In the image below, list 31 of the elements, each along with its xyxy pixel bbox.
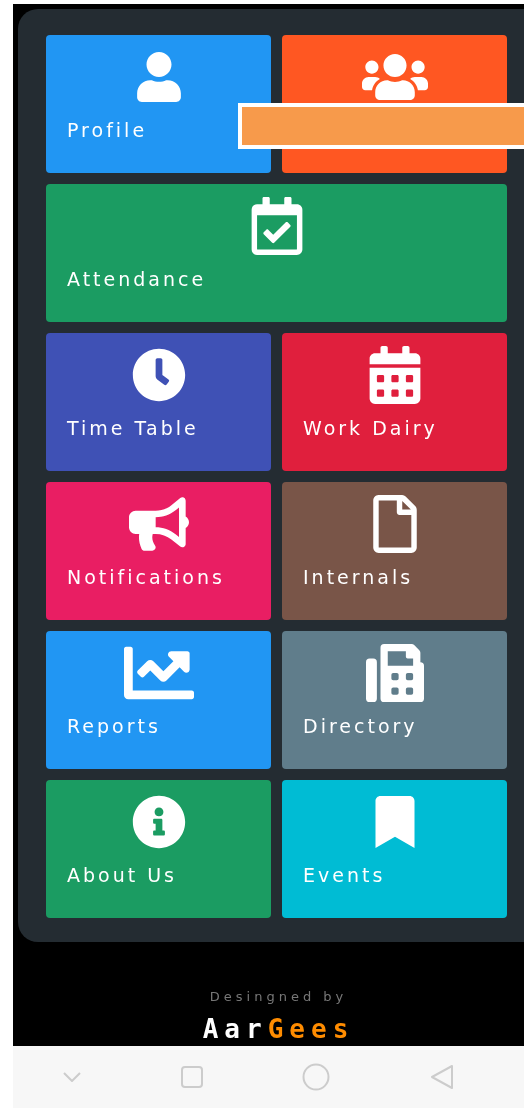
menu-tile[interactable]: Events (282, 780, 507, 918)
logo-text: Aar (202, 1014, 268, 1044)
chevron-down-icon[interactable] (62, 1072, 81, 1082)
tile-label: Directory (303, 715, 418, 737)
credit-text: Desingned by (209, 989, 348, 1004)
tile-label: Internals (303, 566, 414, 588)
fax-icon (365, 644, 424, 702)
tile-label: Profile (67, 119, 148, 141)
menu-tile[interactable]: Directory (282, 631, 507, 769)
circle-icon[interactable] (302, 1063, 331, 1091)
megaphone-icon (128, 494, 189, 554)
tile-label: Time Table (67, 417, 199, 439)
info-icon (131, 795, 186, 849)
logo-text: Gees (267, 1014, 355, 1044)
tile-label: Work Dairy (303, 417, 438, 439)
clock-icon (131, 348, 186, 402)
tile-label: Events (303, 864, 386, 886)
menu-tile[interactable]: Time Table (46, 333, 271, 471)
menu-tile[interactable]: Reports (46, 631, 271, 769)
tile-label: Notifications (67, 566, 225, 588)
tile-label: Attendance (67, 268, 207, 290)
menu-tile[interactable]: Work Dairy (282, 333, 507, 471)
square-icon[interactable] (180, 1066, 203, 1088)
menu-tile[interactable]: Profile (46, 35, 271, 173)
menu-tile[interactable]: Notifications (46, 482, 271, 620)
menu-tile[interactable]: Internals (282, 482, 507, 620)
tile-label: Reports (67, 715, 161, 737)
menu-tile[interactable]: About Us (46, 780, 271, 918)
tile-label: About Us (67, 864, 178, 886)
menu-tile[interactable]: Attendance (46, 184, 507, 322)
back-icon[interactable] (430, 1064, 455, 1090)
